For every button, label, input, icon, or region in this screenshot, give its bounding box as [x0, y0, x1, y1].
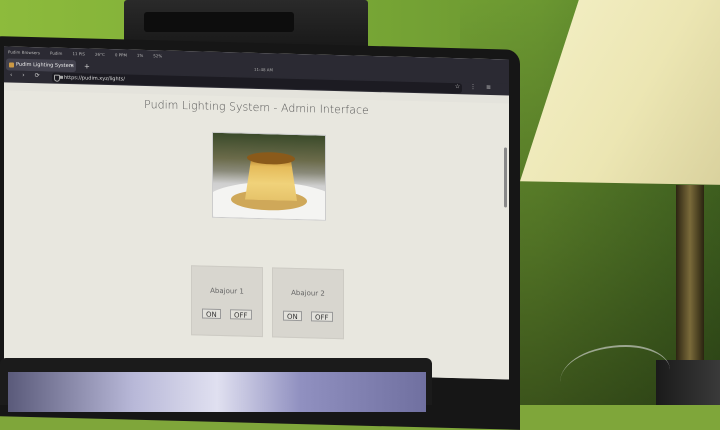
device-card-abajour-1: Abajour 1 ON OFF	[191, 265, 263, 338]
bookmark-item[interactable]: 0 PPM	[115, 52, 127, 57]
monitor-screen: Pudim Browsers Pudim 11 PIS 26°C 0 PPM 1…	[4, 46, 509, 380]
menu-icons[interactable]: ☆ ⋮ ≡	[455, 83, 495, 91]
new-tab-button[interactable]: +	[84, 60, 90, 72]
lock-icon	[60, 75, 63, 79]
webcam-lens	[144, 12, 294, 32]
bookmark-item[interactable]: Pudim	[50, 50, 62, 55]
on-button[interactable]: ON	[202, 308, 221, 319]
bookmark-item[interactable]: Pudim Browsers	[8, 49, 40, 55]
bookmark-item[interactable]: 1%	[137, 52, 143, 57]
url-text: https://pudim.xyz/lights/	[64, 74, 125, 83]
bookmark-item[interactable]: 52%	[153, 53, 162, 58]
close-tab-icon[interactable]: ×	[70, 60, 74, 72]
device-name: Abajour 1	[210, 286, 244, 296]
laptop	[0, 358, 432, 412]
navigation-icons[interactable]: ‹ › ⟳	[10, 71, 44, 79]
on-button[interactable]: ON	[283, 310, 302, 322]
clock: 11:48 AM	[254, 66, 273, 73]
bookmark-item[interactable]: 11 PIS	[72, 51, 85, 56]
device-name: Abajour 2	[291, 288, 325, 298]
bookmark-item[interactable]: 26°C	[95, 51, 105, 56]
pudim-image	[212, 131, 326, 221]
favicon-icon	[9, 62, 14, 68]
laptop-screen	[8, 372, 426, 412]
tab-title: Pudim Lighting System	[16, 61, 74, 70]
device-card-abajour-2: Abajour 2 ON OFF	[272, 267, 344, 340]
off-button[interactable]: OFF	[230, 309, 252, 320]
scrollbar[interactable]	[504, 147, 507, 208]
off-button[interactable]: OFF	[311, 311, 333, 322]
